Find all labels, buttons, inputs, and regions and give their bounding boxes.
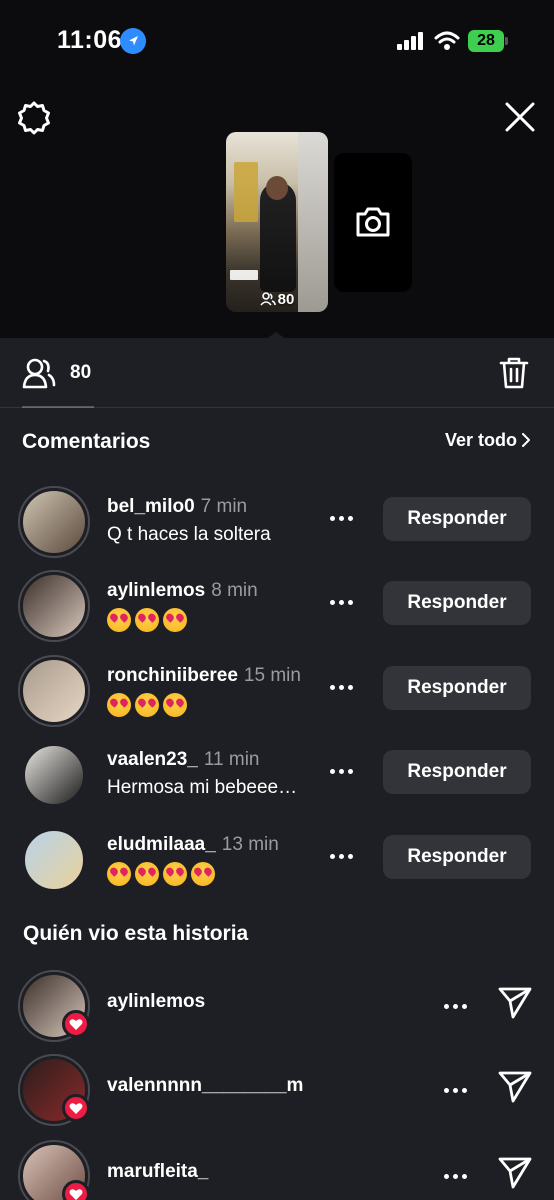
story-insights-panel: 80 Comentarios Ver todo bel_milo0 7 min Q … [0,338,554,1200]
viewer-row: valennnnn________m [0,1050,554,1134]
reply-button[interactable]: Responder [383,666,531,710]
story-thumbnail[interactable]: 80 [226,132,328,312]
comment-text [107,693,191,717]
reply-button[interactable]: Responder [383,750,531,794]
camera-icon [356,207,390,237]
comment-time: 13 min [221,834,279,855]
avatar[interactable] [22,828,86,892]
liked-heart-icon [62,1180,90,1200]
comment-username[interactable]: aylinlemos 8 min [107,580,258,602]
tab-viewers[interactable]: 80 [22,356,91,390]
status-time: 11:06 [57,26,123,54]
close-icon[interactable] [503,100,537,134]
heart-eyes-emoji-icon [163,608,187,632]
comment-username[interactable]: vaalen23_ 11 min [107,749,259,771]
comment-row: vaalen23_ 11 min Hermosa mi bebeee… Respond… [0,735,554,819]
heart-eyes-emoji-icon [107,693,131,717]
reply-button[interactable]: Responder [383,581,531,625]
more-options-icon[interactable] [330,761,358,781]
comment-time: 11 min [203,749,260,770]
more-options-icon[interactable] [330,677,358,697]
viewer-username[interactable]: aylinlemos [107,991,205,1013]
viewers-section-title: Quién vio esta historia [23,922,249,945]
battery-icon: 28 [468,30,508,52]
send-message-icon[interactable] [497,984,533,1020]
location-arrow-icon [120,28,146,54]
comment-time: 8 min [211,580,258,601]
reply-button[interactable]: Responder [383,497,531,541]
cellular-signal-icon [397,32,425,50]
comment-row: eludmilaaa_ 13 min Responder [0,820,554,904]
heart-eyes-emoji-icon [191,862,215,886]
see-all-comments-link[interactable]: Ver todo [445,430,530,451]
tab-underline [22,406,94,408]
settings-gear-icon[interactable] [16,100,52,136]
story-header: 80 [0,80,554,342]
reply-button[interactable]: Responder [383,835,531,879]
comment-username[interactable]: ronchiniiberee 15 min [107,665,301,687]
more-options-icon[interactable] [444,1166,472,1186]
viewers-count: 80 [70,362,92,383]
heart-eyes-emoji-icon [107,862,131,886]
more-options-icon[interactable] [444,1080,472,1100]
wifi-icon [434,30,460,52]
story-viewer-count: 80 [226,291,328,308]
comment-username[interactable]: eludmilaaa_ 13 min [107,834,279,856]
heart-eyes-emoji-icon [135,693,159,717]
send-message-icon[interactable] [497,1154,533,1190]
add-story-camera-button[interactable] [334,153,412,292]
viewer-username[interactable]: valennnnn________m [107,1075,303,1097]
heart-eyes-emoji-icon [135,608,159,632]
comment-text: Hermosa mi bebeee… [107,777,298,798]
comment-username[interactable]: bel_milo0 7 min [107,496,247,518]
more-options-icon[interactable] [330,508,358,528]
status-bar: 11:06 28 [0,0,554,80]
heart-eyes-emoji-icon [163,862,187,886]
viewer-row: aylinlemos [0,966,554,1050]
delete-trash-icon[interactable] [498,356,530,390]
avatar[interactable] [18,655,90,727]
comment-text [107,608,191,632]
comment-time: 15 min [243,665,301,686]
avatar[interactable] [22,743,86,807]
comment-text: Q t haces la soltera [107,524,271,545]
liked-heart-icon [62,1094,90,1122]
more-options-icon[interactable] [330,592,358,612]
comment-row: ronchiniiberee 15 min Responder [0,651,554,735]
comments-title: Comentarios [22,430,151,453]
viewer-row: marufleita_ [0,1136,554,1200]
comment-time: 7 min [200,496,248,517]
liked-heart-icon [62,1010,90,1038]
more-options-icon[interactable] [444,996,472,1016]
avatar[interactable] [18,486,90,558]
heart-eyes-emoji-icon [107,608,131,632]
comment-row: bel_milo0 7 min Q t haces la soltera Respon… [0,482,554,566]
avatar[interactable] [18,570,90,642]
chevron-right-icon [522,433,530,447]
heart-eyes-emoji-icon [163,693,187,717]
viewers-icon [22,358,56,389]
comment-row: aylinlemos 8 min Responder [0,566,554,650]
comment-text [107,862,219,886]
more-options-icon[interactable] [330,846,358,866]
heart-eyes-emoji-icon [135,862,159,886]
tab-row: 80 [0,338,554,408]
send-message-icon[interactable] [497,1068,533,1104]
battery-level: 28 [468,30,504,52]
viewer-username[interactable]: marufleita_ [107,1161,208,1183]
